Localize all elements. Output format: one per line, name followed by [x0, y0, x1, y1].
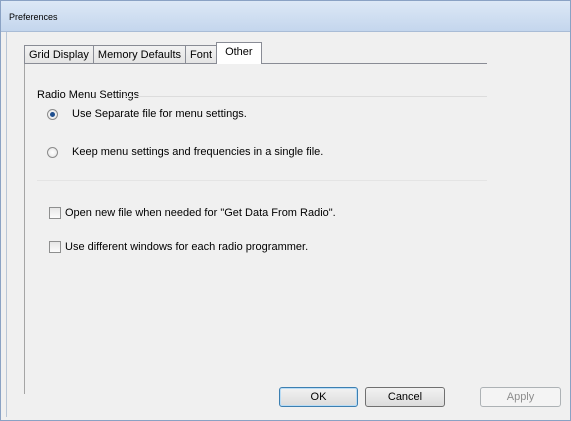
- window-title: Preferences: [9, 12, 58, 22]
- tab-memory-defaults[interactable]: Memory Defaults: [92, 45, 186, 64]
- checkbox-icon[interactable]: [49, 241, 61, 253]
- title-bar[interactable]: Preferences: [1, 1, 570, 32]
- checkbox-icon[interactable]: [49, 207, 61, 219]
- radio-menu-settings-title: Radio Menu Settings: [37, 89, 140, 101]
- tab-panel-border: [24, 64, 25, 394]
- checkbox-different-windows[interactable]: Use different windows for each radio pro…: [49, 240, 308, 254]
- radio-label: Keep menu settings and frequencies in a …: [72, 146, 324, 158]
- tab-other[interactable]: Other: [216, 42, 262, 64]
- checkbox-open-new-file[interactable]: Open new file when needed for "Get Data …: [49, 206, 336, 220]
- checkbox-label: Open new file when needed for "Get Data …: [65, 207, 336, 219]
- preferences-window: Preferences Grid Display Memory Defaults…: [0, 0, 571, 421]
- tab-font[interactable]: Font: [185, 45, 217, 64]
- radio-unselected-icon[interactable]: [47, 146, 58, 158]
- ok-button[interactable]: OK: [279, 387, 358, 407]
- radio-option-single-file[interactable]: Keep menu settings and frequencies in a …: [47, 145, 323, 159]
- cancel-button[interactable]: Cancel: [365, 387, 445, 407]
- radio-option-separate-file[interactable]: Use Separate file for menu settings.: [47, 107, 247, 121]
- group-bottom-divider: [37, 180, 487, 181]
- tab-strip: Grid Display Memory Defaults Font Other: [24, 42, 262, 64]
- tab-grid-display[interactable]: Grid Display: [24, 45, 93, 64]
- radio-label: Use Separate file for menu settings.: [72, 108, 247, 120]
- radio-selected-icon[interactable]: [47, 108, 58, 120]
- apply-button[interactable]: Apply: [480, 387, 561, 407]
- group-divider: [125, 96, 487, 97]
- checkbox-label: Use different windows for each radio pro…: [65, 241, 309, 253]
- dialog-body: Grid Display Memory Defaults Font Other …: [6, 32, 568, 417]
